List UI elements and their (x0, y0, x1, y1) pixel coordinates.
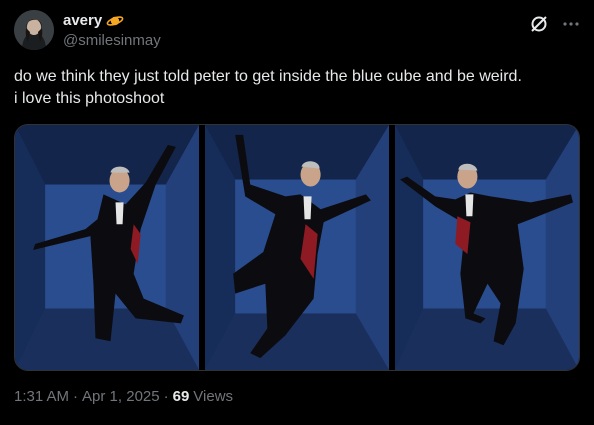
author-handle[interactable]: @smilesinmay (63, 32, 161, 49)
avatar[interactable] (14, 10, 54, 50)
media-grid (14, 124, 580, 371)
avatar-image (14, 10, 54, 50)
tweet-text-line-1: do we think they just told peter to get … (14, 68, 522, 85)
views-label: Views (193, 388, 234, 405)
meta-separator: · (163, 388, 169, 405)
tweet-time[interactable]: 1:31 AM (14, 388, 69, 405)
tweet-text: do we think they just told peter to get … (14, 66, 584, 110)
media-photo-1[interactable] (15, 125, 199, 370)
meta-separator: · (73, 388, 79, 405)
planet-icon (106, 13, 124, 29)
tweet-text-line-2: i love this photoshoot (14, 90, 165, 107)
author-name-row[interactable]: avery (63, 12, 124, 29)
tweet-date[interactable]: Apr 1, 2025 (82, 388, 160, 405)
media-photo-3[interactable] (395, 125, 579, 370)
views-count: 69 (172, 388, 190, 405)
more-icon[interactable] (560, 14, 582, 34)
grok-icon[interactable] (529, 14, 549, 34)
media-photo-2[interactable] (205, 125, 389, 370)
author-display-name[interactable]: avery (63, 12, 102, 29)
tweet-meta: 1:31 AM · Apr 1, 2025 · 69 Views (14, 388, 233, 405)
